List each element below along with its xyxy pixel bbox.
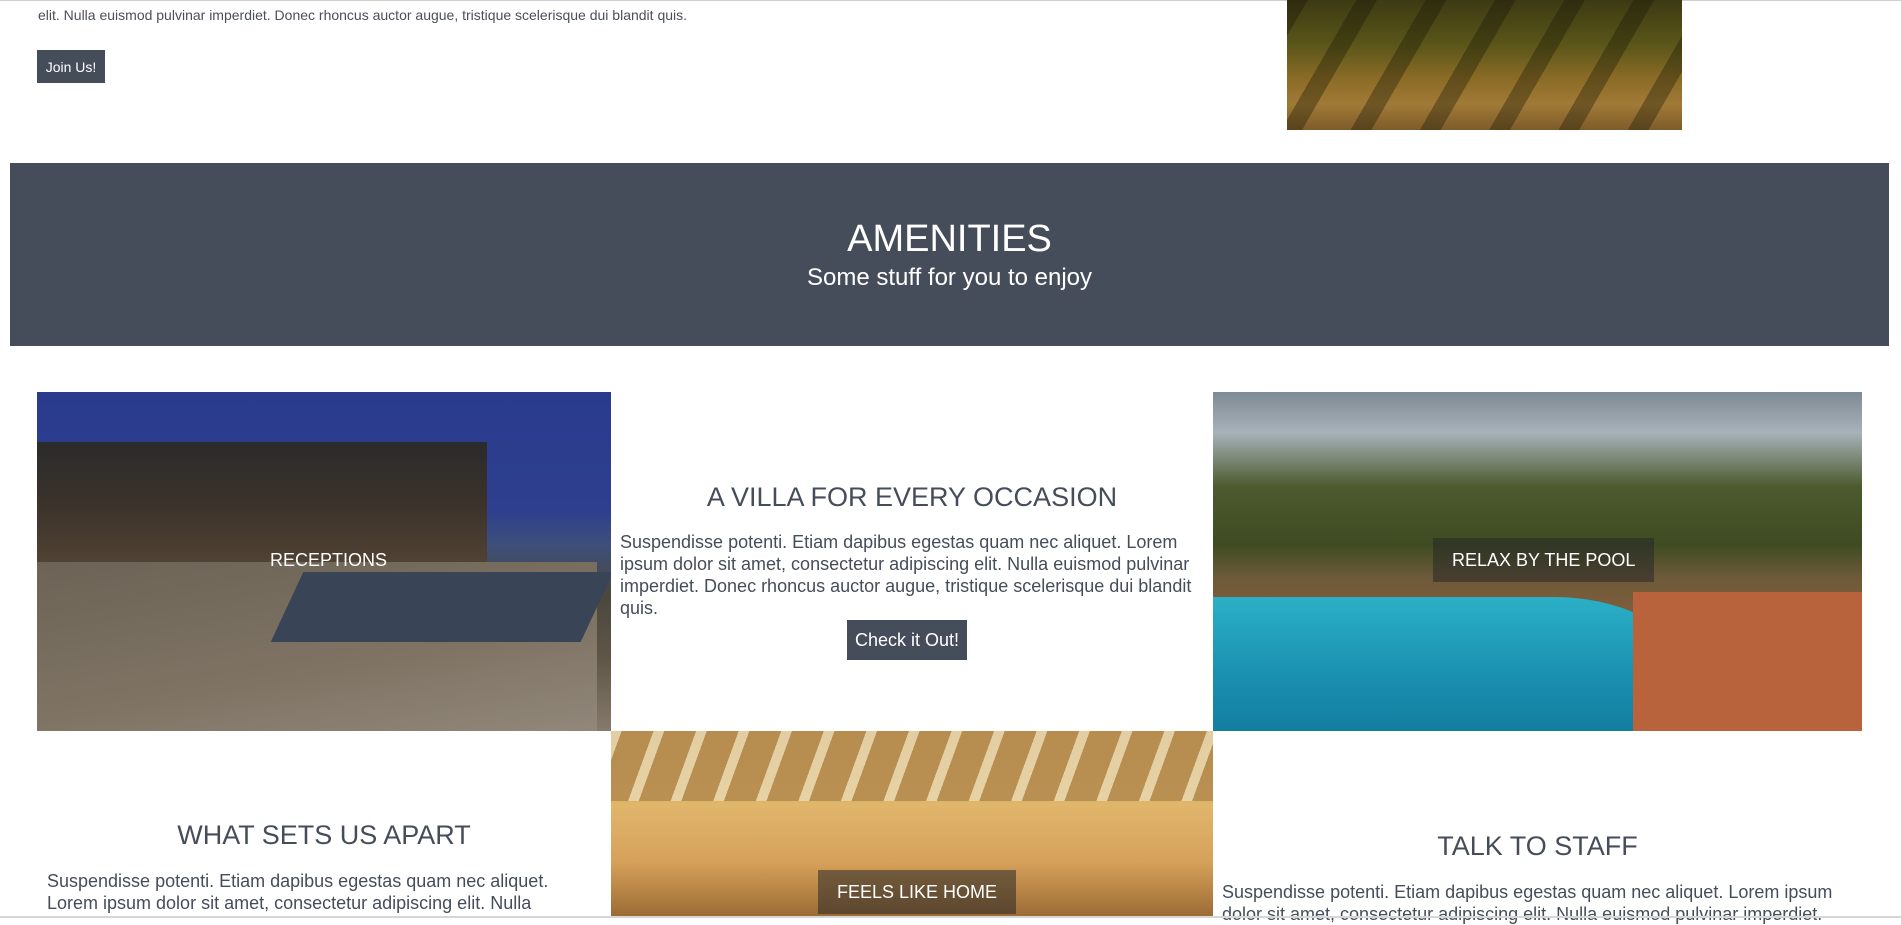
amenities-banner: AMENITIES Some stuff for you to enjoy xyxy=(10,163,1889,346)
tree-shadows xyxy=(1287,0,1682,130)
pool-deck xyxy=(1633,592,1862,731)
apart-text: Suspendisse potenti. Etiam dapibus egest… xyxy=(47,871,549,913)
pool-water xyxy=(1213,597,1673,731)
receptions-label[interactable]: RECEPTIONS xyxy=(270,549,387,571)
intro-text-line: elit. Nulla euismod pulvinar imperdiet. … xyxy=(38,7,688,23)
infinity-pool xyxy=(270,572,611,642)
apart-title: WHAT SETS US APART xyxy=(177,820,471,850)
amenities-subtitle: Some stuff for you to enjoy xyxy=(806,264,1093,291)
villa-title: A VILLA FOR EVERY OCCASION xyxy=(706,482,1118,512)
staff-text: Suspendisse potenti. Etiam dapibus egest… xyxy=(1222,882,1833,924)
amenities-title: AMENITIES xyxy=(847,218,1052,260)
staff-title: TALK TO STAFF xyxy=(1437,831,1638,861)
intro-clipped-line: … xyxy=(38,0,1238,6)
check-it-out-button[interactable]: Check it Out! xyxy=(847,620,967,660)
pool-label[interactable]: RELAX BY THE POOL xyxy=(1433,538,1655,582)
vineyard-photo xyxy=(1287,0,1682,130)
join-us-button[interactable]: Join Us! xyxy=(37,50,105,83)
ceiling-beams xyxy=(611,731,1213,801)
home-label[interactable]: FEELS LIKE HOME xyxy=(818,870,1017,914)
intro-paragraph: … elit. Nulla euismod pulvinar imperdiet… xyxy=(38,0,1238,24)
villa-text: Suspendisse potenti. Etiam dapibus egest… xyxy=(620,532,1192,618)
